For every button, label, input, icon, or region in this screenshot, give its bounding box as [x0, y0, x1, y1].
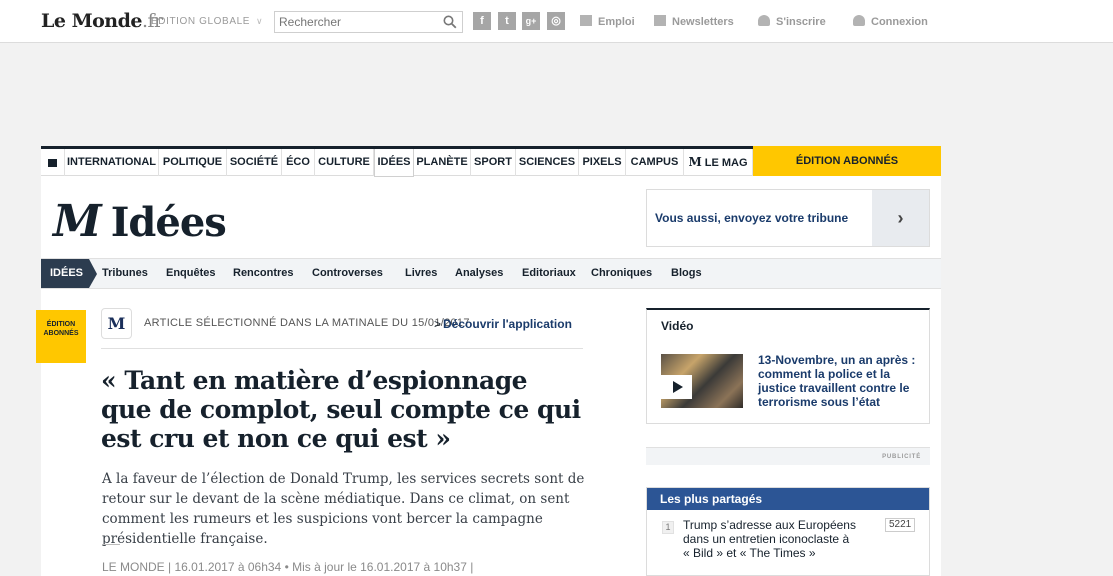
matinale-app-icon[interactable]: M — [101, 308, 132, 339]
search-input[interactable] — [275, 12, 435, 32]
tribune-cta-label: Vous aussi, envoyez votre tribune — [655, 211, 849, 225]
emploi-link[interactable]: Emploi — [580, 15, 635, 28]
subnav-livres[interactable]: Livres — [405, 259, 437, 288]
rubric-nav: INTERNATIONAL POLITIQUE SOCIÉTÉ ÉCO CULT… — [41, 146, 941, 177]
twitter-icon[interactable]: t — [498, 12, 516, 30]
site-logo[interactable]: Le Monde.fr — [41, 10, 163, 32]
home-icon — [48, 159, 57, 167]
video-title-link[interactable]: 13-Novembre, un an après : comment la po… — [758, 353, 918, 409]
edition-abonnes-button[interactable]: ÉDITION ABONNÉS — [753, 146, 941, 176]
login-link[interactable]: Connexion — [853, 15, 928, 28]
edition-selector[interactable]: ÉDITION GLOBALE ∨ — [151, 16, 263, 27]
video-thumbnail[interactable] — [661, 354, 743, 408]
subnav-controverses[interactable]: Controverses — [312, 259, 383, 288]
envelope-icon — [654, 15, 666, 26]
subnav-analyses[interactable]: Analyses — [455, 259, 503, 288]
home-link[interactable] — [41, 149, 65, 176]
article-meta: LE MONDE | 16.01.2017 à 06h34 • Mis à jo… — [102, 560, 474, 574]
share-count: 5221 — [885, 518, 916, 532]
nav-culture[interactable]: CULTURE — [315, 149, 374, 176]
ad-placeholder: PUBLICITÉ — [646, 447, 930, 465]
chevron-right-icon[interactable]: › — [872, 190, 929, 246]
play-icon[interactable] — [661, 375, 692, 399]
article-lead: A la faveur de l’élection de Donald Trum… — [102, 471, 585, 547]
article-title: « Tant en matière d’espionnage que de co… — [101, 366, 581, 453]
video-header: Vidéo — [661, 319, 694, 333]
google-plus-icon[interactable]: g+ — [522, 12, 540, 30]
edition-abonnes-badge: ÉDITION ABONNÉS — [36, 310, 86, 363]
nav-eco[interactable]: ÉCO — [282, 149, 315, 176]
nav-sport[interactable]: SPORT — [471, 149, 516, 176]
section-subnav: IDÉES Tribunes Enquêtes Rencontres Contr… — [41, 258, 941, 289]
main-frame: INTERNATIONAL POLITIQUE SOCIÉTÉ ÉCO CULT… — [36, 146, 941, 576]
search-box — [274, 11, 463, 33]
tribune-cta[interactable]: Vous aussi, envoyez votre tribune › — [646, 189, 930, 247]
nav-societe[interactable]: SOCIÉTÉ — [227, 149, 282, 176]
register-link[interactable]: S'inscrire — [758, 15, 826, 28]
nav-international[interactable]: INTERNATIONAL — [65, 149, 159, 176]
subnav-editoriaux[interactable]: Editoriaux — [522, 259, 576, 288]
discover-app-link[interactable]: > Découvrir l'application — [434, 317, 572, 331]
subnav-chroniques[interactable]: Chroniques — [591, 259, 652, 288]
list-item-rank: 1 — [662, 521, 674, 534]
briefcase-icon — [580, 15, 592, 26]
top-bar: Le Monde.fr ÉDITION GLOBALE∨ f t g+ ◎ Em… — [0, 0, 1113, 43]
section-title[interactable]: M Idées — [53, 196, 227, 247]
subnav-rencontres[interactable]: Rencontres — [233, 259, 294, 288]
divider — [102, 544, 120, 545]
subnav-blogs[interactable]: Blogs — [671, 259, 702, 288]
instagram-icon[interactable]: ◎ — [547, 12, 565, 30]
matinale-label: ARTICLE SÉLECTIONNÉ DANS LA MATINALE DU … — [144, 317, 470, 329]
most-shared-widget: Les plus partagés 1 Trump s’adresse aux … — [646, 487, 930, 576]
chevron-down-icon: ∨ — [256, 16, 264, 26]
user-icon — [853, 15, 865, 26]
search-icon[interactable] — [443, 15, 457, 29]
le-monde-m-logo: M — [53, 196, 102, 247]
newsletters-link[interactable]: Newsletters — [654, 15, 734, 28]
nav-politique[interactable]: POLITIQUE — [159, 149, 227, 176]
subnav-section-tag[interactable]: IDÉES — [41, 259, 97, 288]
le-mag-logo-icon: M — [688, 155, 702, 169]
nav-pixels[interactable]: PIXELS — [579, 149, 626, 176]
list-item[interactable]: Trump s’adresse aux Européens dans un en… — [683, 518, 858, 560]
user-add-icon — [758, 15, 770, 26]
most-shared-header: Les plus partagés — [647, 488, 929, 510]
nav-planete[interactable]: PLANÈTE — [414, 149, 471, 176]
matinale-banner: M ARTICLE SÉLECTIONNÉ DANS LA MATINALE D… — [101, 306, 583, 349]
nav-idees[interactable]: IDÉES — [374, 149, 414, 177]
nav-campus[interactable]: CAMPUS — [626, 149, 684, 176]
subnav-tribunes[interactable]: Tribunes — [102, 259, 148, 288]
subnav-enquetes[interactable]: Enquêtes — [166, 259, 216, 288]
nav-le-mag[interactable]: M LE MAG — [684, 149, 753, 176]
facebook-icon[interactable]: f — [473, 12, 491, 30]
video-widget: Vidéo 13-Novembre, un an après : comment… — [646, 308, 930, 424]
nav-sciences[interactable]: SCIENCES — [516, 149, 579, 176]
